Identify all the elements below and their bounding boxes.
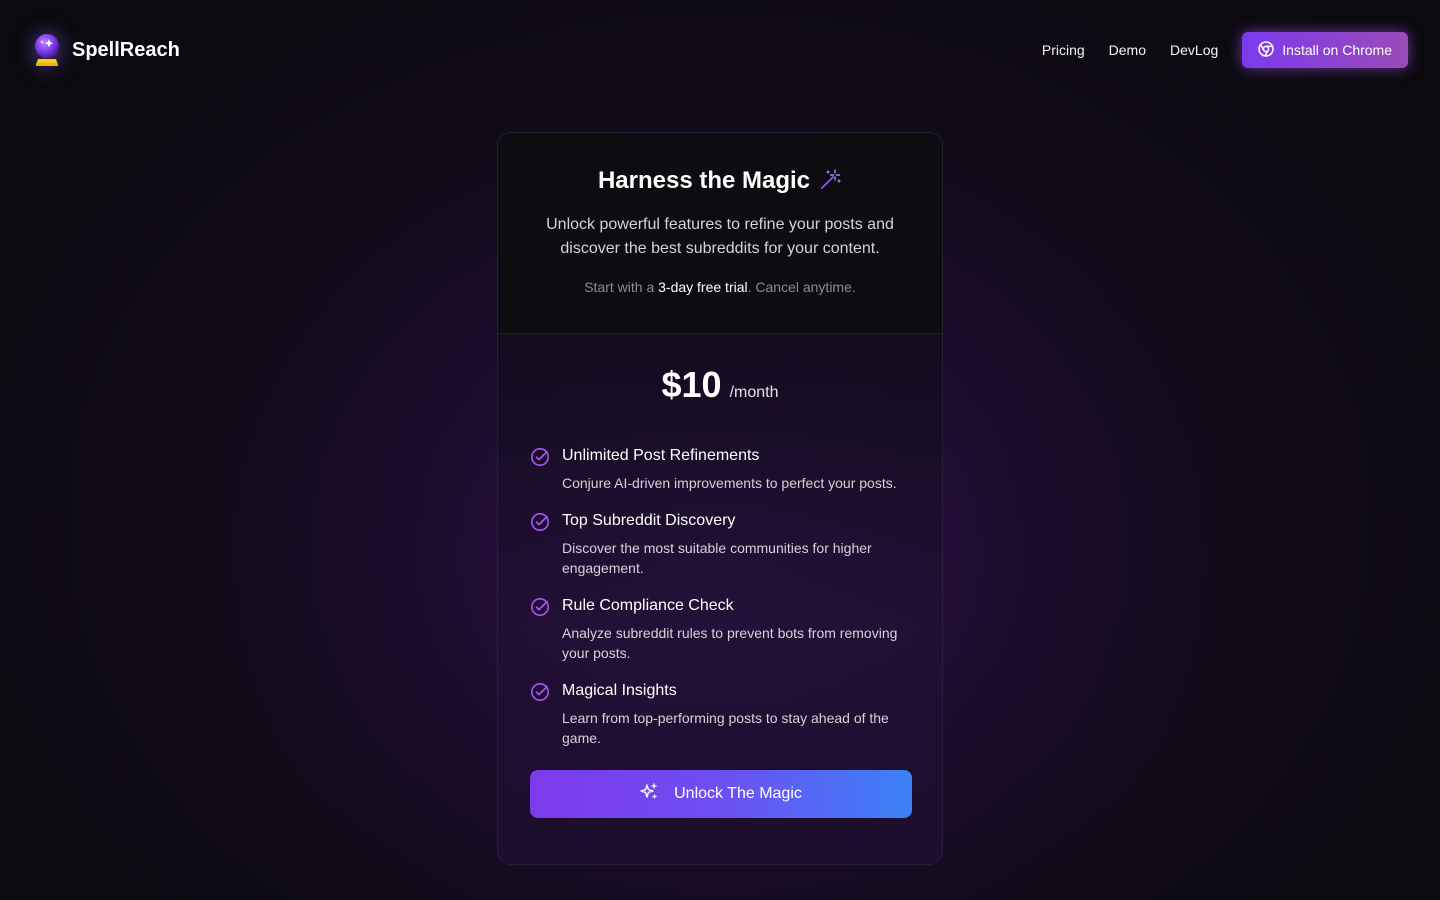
- card-subtitle: Unlock powerful features to refine your …: [546, 216, 894, 257]
- sparkles-icon: [640, 782, 658, 806]
- feature-desc: Analyze subreddit rules to prevent bots …: [562, 625, 898, 661]
- pricing-card-body: $10 /month Unlimited Post Refinements Co…: [498, 334, 942, 864]
- feature-title: Unlimited Post Refinements: [562, 447, 760, 464]
- check-circle-icon: [530, 596, 550, 663]
- top-navbar: SpellReach Pricing Demo DevLog Install o…: [0, 0, 1440, 100]
- feature-desc: Learn from top-performing posts to stay …: [562, 710, 889, 746]
- feature-item: Unlimited Post Refinements Conjure AI-dr…: [530, 446, 910, 493]
- pricing-card: Harness the Magic Unlock powerful featur…: [497, 132, 943, 865]
- brand-name: SpellReach: [72, 38, 180, 61]
- check-circle-icon: [530, 446, 550, 493]
- cta-label: Unlock The Magic: [674, 785, 802, 802]
- brand[interactable]: SpellReach: [32, 33, 180, 67]
- feature-item: Top Subreddit Discovery Discover the mos…: [530, 511, 910, 578]
- feature-title: Top Subreddit Discovery: [562, 512, 736, 529]
- trial-highlight: 3-day free trial: [658, 279, 748, 295]
- price-row: $10 /month: [530, 364, 910, 406]
- feature-text: Rule Compliance Check Analyze subreddit …: [562, 596, 910, 663]
- crystal-ball-icon: [32, 33, 62, 67]
- feature-title: Rule Compliance Check: [562, 597, 734, 614]
- check-circle-icon: [530, 681, 550, 748]
- unlock-the-magic-button[interactable]: Unlock The Magic: [530, 770, 912, 818]
- magic-wand-icon: [820, 168, 842, 195]
- main-nav: Pricing Demo DevLog Install on Chrome: [1042, 32, 1408, 68]
- feature-list: Unlimited Post Refinements Conjure AI-dr…: [530, 446, 910, 748]
- pricing-card-header: Harness the Magic Unlock powerful featur…: [498, 133, 942, 334]
- install-on-chrome-button[interactable]: Install on Chrome: [1242, 32, 1408, 68]
- trial-suffix: . Cancel anytime.: [747, 279, 856, 295]
- price-amount: $10: [661, 364, 722, 405]
- nav-demo-link[interactable]: Demo: [1109, 42, 1146, 58]
- feature-desc: Discover the most suitable communities f…: [562, 540, 872, 576]
- feature-text: Magical Insights Learn from top-performi…: [562, 681, 910, 748]
- feature-desc: Conjure AI-driven improvements to perfec…: [562, 475, 897, 491]
- card-title: Harness the Magic: [597, 167, 811, 194]
- price-period: /month: [729, 384, 779, 401]
- trial-notice: Start with a 3-day free trial. Cancel an…: [498, 279, 942, 295]
- install-button-label: Install on Chrome: [1282, 42, 1392, 58]
- check-circle-icon: [530, 511, 550, 578]
- trial-prefix: Start with a: [584, 279, 659, 295]
- feature-title: Magical Insights: [562, 682, 677, 699]
- feature-text: Top Subreddit Discovery Discover the mos…: [562, 511, 910, 578]
- feature-item: Magical Insights Learn from top-performi…: [530, 681, 910, 748]
- chrome-icon: [1258, 40, 1275, 60]
- feature-text: Unlimited Post Refinements Conjure AI-dr…: [562, 446, 897, 493]
- nav-devlog-link[interactable]: DevLog: [1170, 42, 1218, 58]
- title-row: Harness the Magic: [498, 167, 942, 195]
- feature-item: Rule Compliance Check Analyze subreddit …: [530, 596, 910, 663]
- nav-pricing-link[interactable]: Pricing: [1042, 42, 1085, 58]
